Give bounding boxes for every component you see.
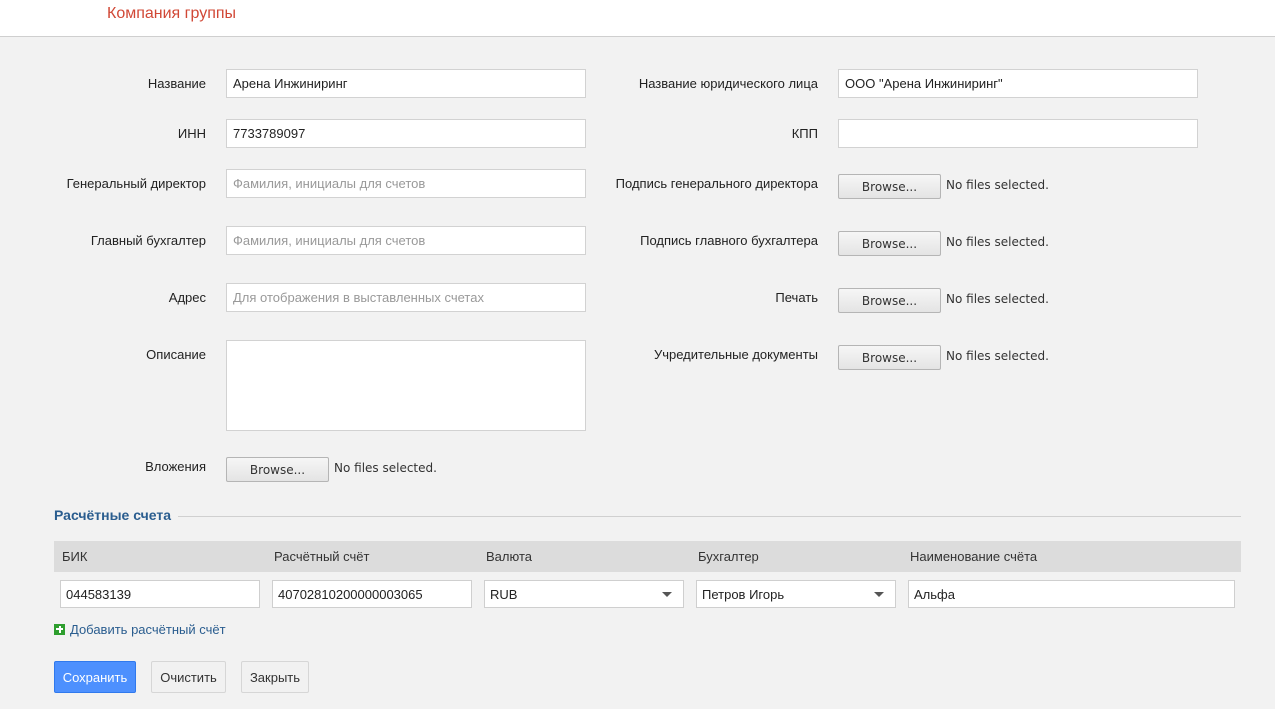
- column-header-currency: Валюта: [486, 549, 532, 564]
- column-header-bik: БИК: [62, 549, 88, 564]
- kpp-label: КПП: [791, 126, 818, 141]
- accounts-section-title: Расчётные счета: [54, 507, 172, 523]
- chevron-down-icon: [662, 592, 672, 597]
- inn-input[interactable]: [226, 119, 586, 148]
- attachments-browse-button[interactable]: Browse...: [226, 457, 329, 482]
- account-name-input[interactable]: [908, 580, 1235, 608]
- founding-docs-browse-button[interactable]: Browse...: [838, 345, 941, 370]
- currency-select-value: RUB: [490, 587, 518, 602]
- director-signature-label: Подпись генерального директора: [615, 176, 818, 191]
- add-account-link[interactable]: Добавить расчётный счёт: [54, 621, 226, 637]
- accountant-signature-label: Подпись главного бухгалтера: [640, 233, 818, 248]
- currency-select[interactable]: RUB: [484, 580, 684, 608]
- name-input[interactable]: [226, 69, 586, 98]
- stamp-label: Печать: [775, 290, 818, 305]
- director-input[interactable]: [226, 169, 586, 198]
- founding-docs-file-status: No files selected.: [946, 349, 1049, 363]
- stamp-browse-button[interactable]: Browse...: [838, 288, 941, 313]
- accountant-signature-file-status: No files selected.: [946, 235, 1049, 249]
- address-input[interactable]: [226, 283, 586, 312]
- accountant-signature-browse-button[interactable]: Browse...: [838, 231, 941, 256]
- column-header-account: Расчётный счёт: [274, 549, 370, 564]
- address-label: Адрес: [168, 290, 206, 305]
- close-button[interactable]: Закрыть: [241, 661, 309, 693]
- save-button[interactable]: Сохранить: [54, 661, 136, 693]
- stamp-file-status: No files selected.: [946, 292, 1049, 306]
- bik-input[interactable]: [60, 580, 260, 608]
- column-header-accountant: Бухгалтер: [698, 549, 759, 564]
- legal-name-input[interactable]: [838, 69, 1198, 98]
- page-header: Компания группы: [0, 0, 1275, 37]
- accountant-select[interactable]: Петров Игорь: [696, 580, 896, 608]
- founding-docs-label: Учредительные документы: [653, 347, 818, 362]
- column-header-account-name: Наименование счёта: [910, 549, 1038, 564]
- account-number-input[interactable]: [272, 580, 472, 608]
- description-label: Описание: [146, 347, 206, 362]
- inn-label: ИНН: [177, 126, 206, 141]
- director-signature-browse-button[interactable]: Browse...: [838, 174, 941, 199]
- accountant-select-value: Петров Игорь: [702, 587, 785, 602]
- page-title: Компания группы: [107, 5, 237, 22]
- accounts-table-header: БИК Расчётный счёт Валюта Бухгалтер Наим…: [54, 541, 1241, 572]
- section-divider: [178, 516, 1241, 517]
- clear-button[interactable]: Очистить: [151, 661, 226, 693]
- kpp-input[interactable]: [838, 119, 1198, 148]
- chevron-down-icon: [874, 592, 884, 597]
- legal-name-label: Название юридического лица: [638, 76, 818, 91]
- name-label: Название: [147, 76, 206, 91]
- attachments-label: Вложения: [145, 459, 206, 474]
- description-textarea[interactable]: [226, 340, 586, 431]
- add-account-label: Добавить расчётный счёт: [70, 621, 226, 637]
- accountant-label: Главный бухгалтер: [90, 233, 206, 248]
- plus-icon: [54, 623, 65, 635]
- director-label: Генеральный директор: [66, 176, 206, 191]
- director-signature-file-status: No files selected.: [946, 178, 1049, 192]
- attachments-file-status: No files selected.: [334, 461, 437, 475]
- accountant-input[interactable]: [226, 226, 586, 255]
